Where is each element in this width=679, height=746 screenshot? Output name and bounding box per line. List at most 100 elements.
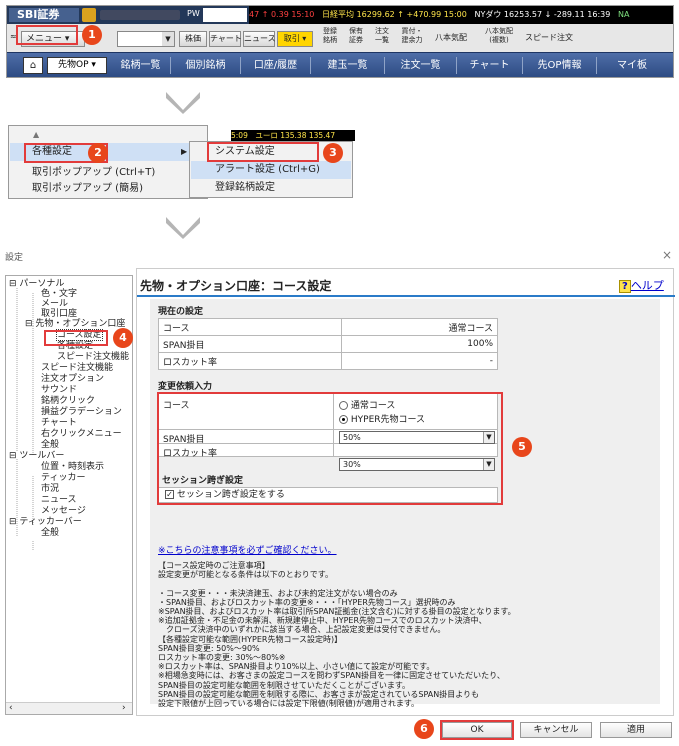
tree-node-tickerbar[interactable]: ⊟ ティッカーバー — [9, 517, 82, 527]
stack-line: 注文 — [375, 27, 389, 35]
user-id-masked — [100, 10, 180, 20]
tree-hscrollbar[interactable]: ‹ › — [6, 702, 132, 714]
chevron-down-icon[interactable]: ▼ — [162, 32, 174, 46]
tree-leaf[interactable]: 全般 — [41, 528, 59, 538]
ticker-item: NA — [617, 10, 630, 19]
row-value: 通常コース — [341, 318, 498, 336]
close-icon[interactable]: × — [662, 248, 672, 262]
tree-leaf[interactable]: サウンド — [41, 385, 77, 395]
tool-row: ≈ メニュー ▾ ▼ 株価 チャート ニュース 取引 ▾ 登録 銘柄 保有 証券 注… — [7, 24, 673, 52]
tree-leaf[interactable]: 市況 — [41, 484, 59, 494]
step-badge-2: 2 — [88, 143, 108, 163]
pw-field[interactable] — [203, 8, 247, 22]
home-icon[interactable]: ⌂ — [23, 57, 43, 74]
app-toolbar-screenshot: SBI証券 PW 47 ↑ 0.39 15:10 日経平均 16299.62 ↑… — [6, 5, 674, 78]
table-row: SPAN掛目 100% — [157, 335, 498, 353]
symbol-combo[interactable]: ▼ — [117, 31, 175, 47]
title-divider — [137, 295, 675, 297]
note-line: 設定下限値が上回っている場合には設定下限値(制限値)が適用されます。 — [158, 699, 420, 709]
notice-link[interactable]: ※こちらの注意事項を必ずご確認ください。 — [158, 543, 337, 556]
tree-leaf[interactable]: 色・文字 — [41, 289, 77, 299]
tree-leaf[interactable]: 全般 — [41, 440, 59, 450]
cancel-button[interactable]: キャンセル — [520, 722, 592, 738]
highlight-system-settings — [207, 142, 319, 162]
nav-item-futop[interactable]: 先物OP ▾ — [47, 57, 107, 74]
nav-item-chart[interactable]: チャート — [457, 57, 523, 74]
down-arrow-icon — [166, 92, 200, 114]
submenu-alert-settings[interactable]: アラート設定 (Ctrl+G) — [191, 161, 351, 179]
submenu-registered-symbols[interactable]: 登録銘柄設定 — [191, 179, 275, 197]
nav-item-symbols[interactable]: 銘柄一覧 — [111, 57, 171, 74]
note-line: SPAN掛目の設定可能な範囲を制限させていただくことがございます。 — [158, 680, 411, 690]
torihiki-label: 取引 — [283, 34, 300, 43]
toolbar-eight-quotes[interactable]: 八本気配 — [435, 32, 467, 43]
nav-bar: ⌂ 先物OP ▾ 銘柄一覧 個別銘柄 口座/履歴 建玉一覧 注文一覧 チャート … — [7, 52, 673, 77]
nav-label: 先物OP — [58, 60, 89, 70]
nav-item-op-info[interactable]: 先OP情報 — [523, 57, 597, 74]
help-icon: ? — [619, 280, 631, 293]
tree-leaf[interactable]: 注文オプション — [41, 374, 104, 384]
step-badge-1: 1 — [82, 25, 102, 45]
ticker-item: NYダウ 16253.57 ↓ -289.11 16:39 — [474, 10, 611, 19]
step-badge-3: 3 — [323, 143, 343, 163]
news-button[interactable]: ニュース — [243, 31, 276, 47]
scroll-left-icon[interactable]: ‹ — [9, 703, 13, 713]
stack-line: 登録 — [323, 27, 337, 35]
nav-item-individual[interactable]: 個別銘柄 — [171, 57, 241, 74]
tree-leaf[interactable]: メール — [41, 299, 68, 309]
highlight-menu — [16, 25, 78, 45]
toolbar-eight-quotes-multi[interactable]: 八本気配 (複数) — [479, 27, 519, 45]
note-line: 【各種設定可能な範囲(HYPER先物コース設定時)】 — [158, 634, 343, 644]
tree-leaf[interactable]: 損益グラデーション — [41, 407, 122, 417]
toolbar-speed-order[interactable]: スピード注文 — [525, 32, 573, 43]
tree-leaf[interactable]: メッセージ — [41, 506, 86, 516]
tree-leaf[interactable]: チャート — [41, 418, 77, 428]
tree-leaf[interactable]: ニュース — [41, 495, 77, 505]
toolbar-holdings[interactable]: 保有 証券 — [345, 27, 367, 45]
tree-leaf[interactable]: スピード注文機能 — [57, 352, 129, 362]
tree-leaf[interactable]: 取引口座 — [41, 309, 77, 319]
torihiki-button[interactable]: 取引 ▾ — [277, 31, 313, 47]
step-badge-6: 6 — [414, 719, 434, 739]
stack-line: 銘柄 — [323, 36, 337, 44]
kabu-button[interactable]: 株価 — [179, 31, 207, 47]
chevron-right-icon: ▶ — [181, 147, 188, 156]
tree-leaf[interactable]: 銘柄クリック — [41, 396, 95, 406]
tree-leaf[interactable]: 右クリックメニュー — [41, 429, 122, 439]
tree-leaf[interactable]: ティッカー — [41, 473, 85, 483]
toolbar-orders[interactable]: 注文 一覧 — [371, 27, 393, 45]
toolbar-buying-power[interactable]: 買付・ 建余力 — [397, 27, 427, 45]
tree-leaf[interactable]: スピード注文機能 — [41, 363, 113, 373]
tree-node-personal[interactable]: ⊟ パーソナル — [9, 279, 64, 289]
tree-node-futop[interactable]: ⊟ 先物・オプション口座 — [25, 319, 125, 329]
nav-item-account[interactable]: 口座/履歴 — [241, 57, 311, 74]
pw-label: PW — [187, 9, 200, 18]
nav-item-my-board[interactable]: マイ板 — [597, 57, 667, 74]
stack-line: 八本気配 — [485, 27, 513, 35]
menu-item-popup-simple[interactable]: 取引ポップアップ (簡易) — [10, 180, 143, 198]
scroll-right-icon[interactable]: › — [122, 703, 126, 713]
toolbar-registered[interactable]: 登録 銘柄 — [319, 27, 341, 45]
ticker-item: 47 ↑ 0.39 15:10 — [249, 10, 315, 19]
change-request-title: 変更依頼入力 — [158, 382, 213, 392]
stack-line: 証券 — [349, 36, 363, 44]
chart-button[interactable]: チャート — [209, 31, 242, 47]
apply-button[interactable]: 適用 — [600, 722, 672, 738]
dialog-title: 設定 — [5, 253, 24, 263]
nav-item-order-list[interactable]: 注文一覧 — [385, 57, 457, 74]
ticker-small: 5:09 ユーロ 135.38 135.47 — [231, 130, 355, 141]
tree-label: パーソナル — [19, 279, 65, 289]
help-link[interactable]: ? ヘルプ — [619, 277, 672, 293]
note-line: ※SPAN掛目、およびロスカット率は取引所SPAN証拠金(注文含む)に対する掛目… — [158, 607, 516, 617]
scroll-up-icon[interactable]: ▲ — [33, 130, 39, 139]
table-row: コース 通常コース — [157, 318, 498, 336]
nav-item-positions[interactable]: 建玉一覧 — [311, 57, 385, 74]
tree-leaf[interactable]: 位置・時刻表示 — [41, 462, 104, 472]
row-label: SPAN掛目 — [157, 335, 343, 353]
tree-label: 先物・オプション口座 — [35, 319, 126, 329]
note-line: SPAN掛目変更: 50%～90% — [158, 643, 260, 653]
ticker-bar: 47 ↑ 0.39 15:10 日経平均 16299.62 ↑ +470.99 … — [249, 6, 673, 24]
ticker-item: 日経平均 16299.62 ↑ +470.99 15:00 — [322, 10, 467, 19]
tree-node-toolbar[interactable]: ⊟ ツールバー — [9, 451, 64, 461]
stack-line: 一覧 — [375, 36, 389, 44]
